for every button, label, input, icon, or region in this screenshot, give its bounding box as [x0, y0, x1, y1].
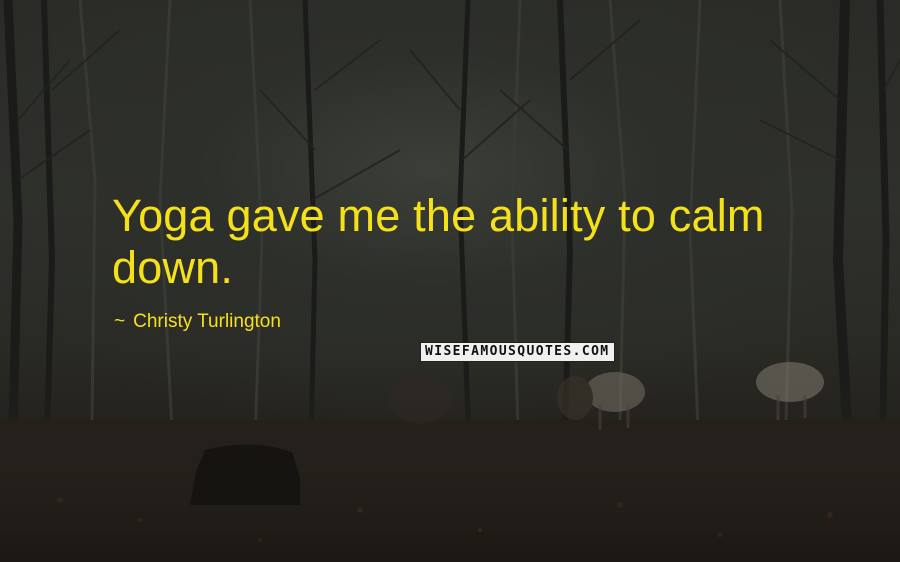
site-watermark: WISEFAMOUSQUOTES.COM [420, 342, 615, 362]
quote-author: Christy Turlington [133, 311, 281, 332]
author-dash: ~ [114, 311, 126, 332]
quote-author-line: ~ Christy Turlington [114, 310, 281, 334]
quote-image: Yoga gave me the ability to calm down. ~… [0, 0, 900, 562]
quote-text: Yoga gave me the ability to calm down. [112, 190, 765, 293]
